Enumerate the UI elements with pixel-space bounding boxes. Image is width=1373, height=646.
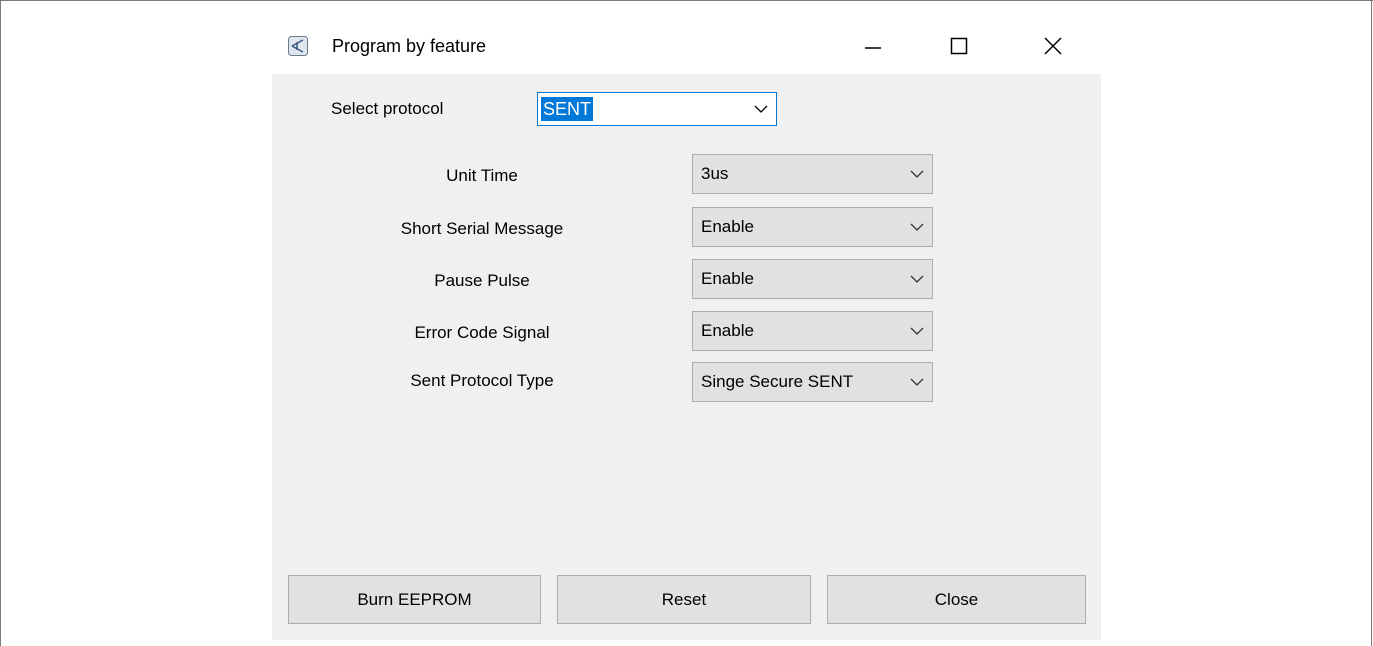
pause-pulse-label: Pause Pulse	[434, 271, 530, 290]
burn-eeprom-button[interactable]: Burn EEPROM	[288, 575, 541, 624]
error-code-signal-select[interactable]: Enable	[692, 311, 933, 351]
reset-button[interactable]: Reset	[557, 575, 811, 624]
chevron-down-icon	[910, 327, 924, 335]
minimize-icon	[865, 47, 881, 49]
short-serial-message-label: Short Serial Message	[400, 219, 564, 238]
unit-time-label: Unit Time	[446, 166, 518, 185]
error-code-signal-value: Enable	[701, 321, 754, 340]
sent-protocol-type-label: Sent Protocol Type	[410, 371, 554, 390]
dialog-body: Select protocol SENT Unit Time 3us Short…	[272, 74, 1101, 640]
unit-time-select[interactable]: 3us	[692, 154, 933, 194]
select-protocol-label: Select protocol	[331, 99, 444, 118]
close-button[interactable]: Close	[827, 575, 1086, 624]
maximize-button[interactable]	[936, 26, 982, 66]
pause-pulse-value: Enable	[701, 269, 754, 288]
close-window-button[interactable]	[1030, 26, 1076, 66]
error-code-signal-label: Error Code Signal	[414, 323, 550, 342]
chevron-down-icon	[910, 378, 924, 386]
protocol-select[interactable]: SENT	[537, 92, 777, 126]
outer-frame-top	[0, 0, 1373, 1]
outer-frame-left	[0, 0, 1, 646]
sent-protocol-type-select[interactable]: Singe Secure SENT	[692, 362, 933, 402]
minimize-button[interactable]	[850, 26, 896, 66]
chevron-down-icon	[754, 105, 768, 113]
outer-frame-right	[1371, 0, 1372, 646]
pause-pulse-select[interactable]: Enable	[692, 259, 933, 299]
maximize-icon	[950, 37, 968, 55]
chevron-down-icon	[910, 275, 924, 283]
short-serial-message-value: Enable	[701, 217, 754, 236]
chevron-down-icon	[910, 170, 924, 178]
window-title: Program by feature	[332, 36, 487, 56]
app-window-icon	[288, 36, 308, 56]
sent-protocol-type-value: Singe Secure SENT	[701, 372, 854, 391]
short-serial-message-select[interactable]: Enable	[692, 207, 933, 247]
chevron-down-icon	[910, 223, 924, 231]
program-by-feature-window: Program by feature Select protocol SENT	[272, 18, 1101, 640]
close-icon	[1044, 37, 1062, 55]
protocol-select-value: SENT	[541, 97, 594, 121]
unit-time-value: 3us	[701, 164, 729, 183]
title-bar[interactable]: Program by feature	[272, 18, 1101, 74]
